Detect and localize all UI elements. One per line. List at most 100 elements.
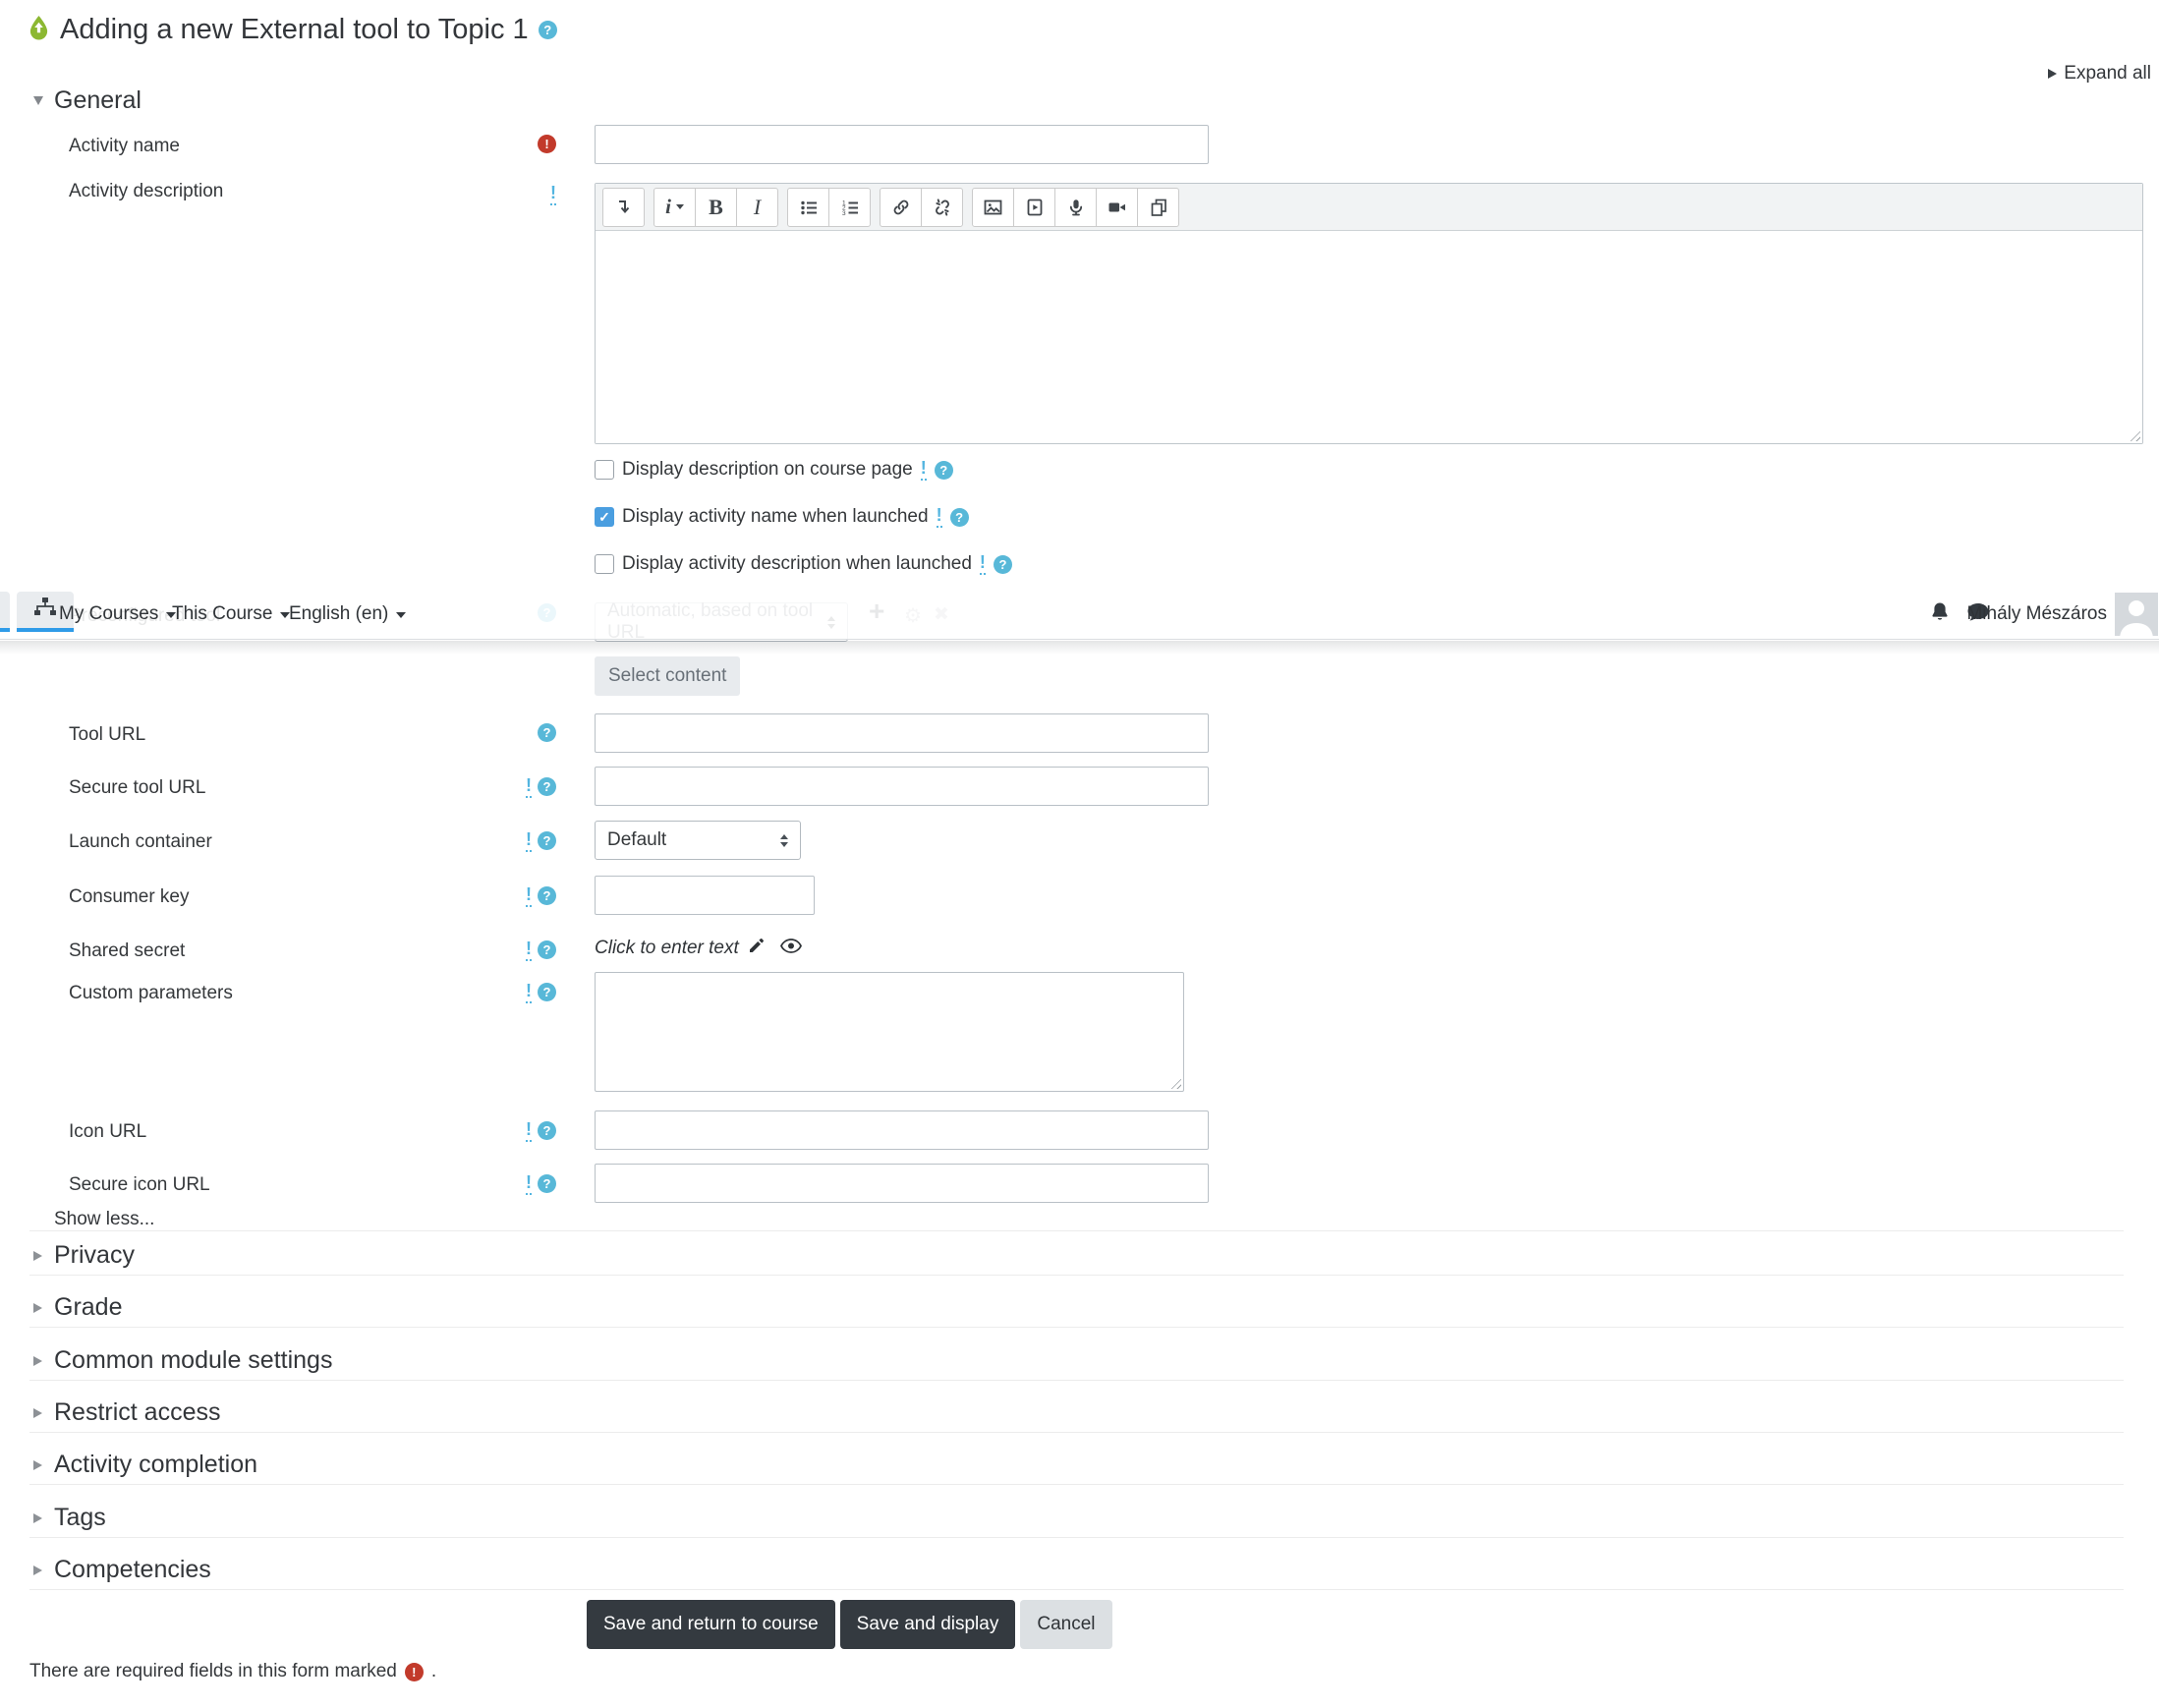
select-content-button[interactable]: Select content: [595, 656, 741, 696]
advanced-icon: !: [526, 939, 532, 961]
image-icon[interactable]: [972, 187, 1014, 227]
advanced-icon: !: [526, 1119, 532, 1142]
notifications-button[interactable]: [1928, 589, 1952, 640]
activity-name-input[interactable]: [595, 125, 1209, 164]
media-icon[interactable]: [1013, 187, 1055, 227]
nav-tab-partial[interactable]: [0, 592, 10, 632]
display-activity-description-checkbox-row: Display activity description when launch…: [595, 552, 1012, 576]
record-audio-icon[interactable]: [1054, 187, 1097, 227]
section-activity-completion[interactable]: Activity completion: [33, 1451, 257, 1479]
nav-menu-this-course[interactable]: This Course: [172, 589, 291, 640]
save-and-return-button[interactable]: Save and return to course: [587, 1600, 835, 1649]
section-common-module-settings[interactable]: Common module settings: [33, 1346, 332, 1375]
select-arrows-icon: [780, 833, 788, 847]
required-icon: !: [538, 135, 556, 153]
section-collapsed-icon: [33, 1512, 42, 1523]
save-and-display-button[interactable]: Save and display: [839, 1600, 1016, 1649]
edit-pencil-icon[interactable]: [748, 937, 766, 959]
expand-all-link[interactable]: Expand all: [2048, 63, 2151, 85]
section-restrict-access[interactable]: Restrict access: [33, 1398, 220, 1427]
editor-text-area[interactable]: [596, 231, 2142, 443]
secure-icon-url-label: Secure icon URL: [69, 1174, 210, 1195]
advanced-icon: !: [920, 458, 927, 481]
navbar: My Courses This Course English (en) Mihá…: [0, 589, 2159, 640]
help-icon[interactable]: ?: [538, 983, 556, 1002]
divider: [29, 1380, 2124, 1381]
resize-handle[interactable]: [1168, 1076, 1181, 1089]
checkbox-label: Display description on course page: [622, 459, 913, 480]
help-icon[interactable]: ?: [538, 940, 556, 960]
advanced-icon: !: [526, 829, 532, 852]
section-collapsed-icon: [33, 1355, 42, 1366]
secure-tool-url-input[interactable]: [595, 767, 1209, 806]
form-actions: Save and return to course Save and displ…: [587, 1600, 1112, 1649]
help-icon[interactable]: ?: [538, 21, 557, 39]
activity-description-editor: i B I 123: [595, 183, 2143, 444]
divider: [29, 1432, 2124, 1433]
checkbox-checked[interactable]: ✓: [595, 507, 614, 527]
checkbox-label: Display activity name when launched: [622, 506, 929, 527]
help-icon[interactable]: ?: [538, 831, 556, 851]
advanced-icon: !: [526, 775, 532, 798]
section-collapsed-icon: [33, 1302, 42, 1313]
numbered-list-icon[interactable]: 123: [828, 187, 871, 227]
secure-icon-url-input[interactable]: [595, 1164, 1209, 1203]
shared-secret-placeholder[interactable]: Click to enter text: [595, 938, 739, 959]
help-icon[interactable]: ?: [993, 554, 1012, 574]
avatar[interactable]: [2115, 593, 2158, 636]
italic-icon[interactable]: I: [736, 187, 778, 227]
cancel-button[interactable]: Cancel: [1020, 1600, 1112, 1649]
section-collapsed-icon: [33, 1250, 42, 1261]
bullet-list-icon[interactable]: [787, 187, 829, 227]
navbar-shadow: [0, 641, 2159, 655]
secure-tool-url-label: Secure tool URL: [69, 777, 206, 798]
tool-url-input[interactable]: [595, 713, 1209, 753]
resize-handle[interactable]: [2128, 428, 2140, 441]
unlink-icon[interactable]: [921, 187, 963, 227]
activity-description-label: Activity description: [69, 181, 224, 201]
help-icon[interactable]: ?: [538, 886, 556, 906]
display-activity-name-checkbox-row: ✓ Display activity name when launched ! …: [595, 505, 969, 529]
display-description-checkbox-row: Display description on course page ! ?: [595, 458, 953, 482]
record-video-icon[interactable]: [1096, 187, 1138, 227]
consumer-key-input[interactable]: [595, 876, 815, 915]
divider: [29, 1589, 2124, 1590]
help-icon[interactable]: ?: [538, 723, 556, 742]
nav-menu-language[interactable]: English (en): [289, 589, 407, 640]
help-icon[interactable]: ?: [538, 1121, 556, 1141]
advanced-icon: !: [526, 884, 532, 907]
section-privacy[interactable]: Privacy: [33, 1241, 135, 1270]
bold-icon[interactable]: B: [695, 187, 737, 227]
section-grade[interactable]: Grade: [33, 1293, 122, 1322]
user-name: Mihály Mészáros: [1966, 603, 2107, 624]
checkbox-label: Display activity description when launch…: [622, 553, 972, 574]
editor-toolbar: i B I 123: [596, 184, 2142, 231]
checkbox-unchecked[interactable]: [595, 460, 614, 480]
link-icon[interactable]: [880, 187, 922, 227]
shared-secret-label: Shared secret: [69, 940, 186, 961]
section-collapsed-icon: [33, 1565, 42, 1575]
divider: [29, 1537, 2124, 1538]
collapse-toolbar-icon[interactable]: [602, 187, 645, 227]
section-general-heading[interactable]: General: [33, 86, 142, 115]
help-icon[interactable]: ?: [949, 507, 969, 527]
checkbox-unchecked[interactable]: [595, 554, 614, 574]
eye-icon[interactable]: [779, 938, 802, 958]
help-icon[interactable]: ?: [538, 777, 556, 797]
user-menu[interactable]: Mihály Mészáros: [1966, 589, 2107, 640]
advanced-icon: !: [550, 183, 556, 205]
nav-menu-my-courses[interactable]: My Courses: [59, 589, 177, 640]
help-icon[interactable]: ?: [538, 1174, 556, 1194]
caret-down-icon: [396, 612, 407, 618]
bell-icon: [1928, 600, 1952, 629]
paragraph-style-icon[interactable]: i: [653, 187, 696, 227]
show-less-link[interactable]: Show less...: [54, 1209, 154, 1230]
external-tool-icon: [28, 15, 50, 46]
manage-files-icon[interactable]: [1137, 187, 1179, 227]
launch-container-select[interactable]: Default: [595, 821, 801, 860]
section-competencies[interactable]: Competencies: [33, 1556, 211, 1584]
help-icon[interactable]: ?: [934, 460, 953, 480]
custom-parameters-textarea[interactable]: [595, 972, 1184, 1092]
section-tags[interactable]: Tags: [33, 1504, 106, 1532]
icon-url-input[interactable]: [595, 1110, 1209, 1150]
